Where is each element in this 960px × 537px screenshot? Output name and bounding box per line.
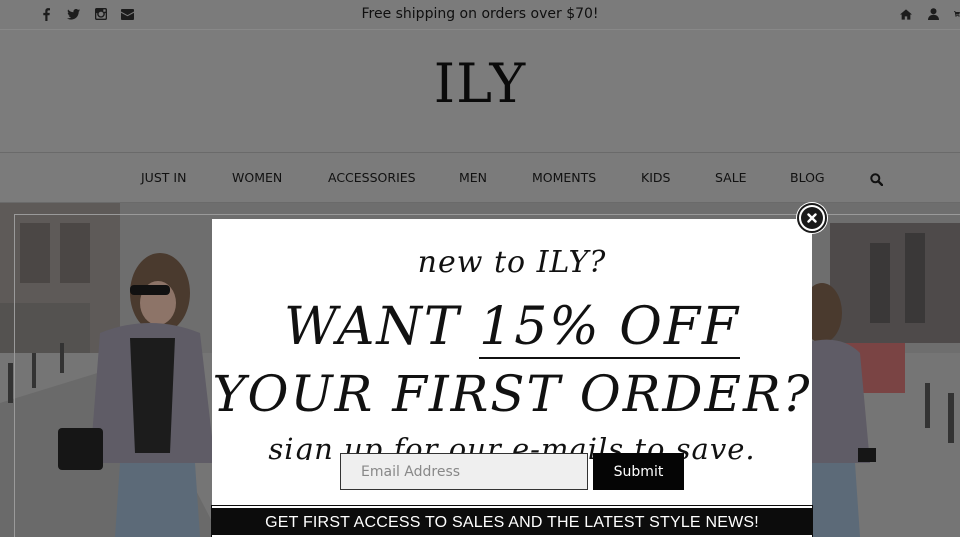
nav-item-sale[interactable]: SALE [715, 170, 747, 185]
modal-headline: WANT 15% OFF [212, 297, 812, 359]
nav-item-men[interactable]: MEN [459, 170, 487, 185]
close-modal-button[interactable] [797, 203, 827, 233]
modal-footer-bar: GET FIRST ACCESS TO SALES AND THE LATEST… [211, 505, 813, 537]
close-icon [801, 207, 823, 229]
modal-kicker: new to ILY? [417, 245, 607, 280]
email-field[interactable] [340, 453, 588, 490]
home-icon[interactable] [900, 7, 912, 21]
nav-item-accessories[interactable]: ACCESSORIES [328, 170, 416, 185]
search-icon[interactable] [870, 171, 884, 187]
nav-item-kids[interactable]: KIDS [641, 170, 670, 185]
modal-headline-highlight: 15% OFF [479, 297, 741, 359]
main-nav: JUST IN WOMEN ACCESSORIES MEN MOMENTS KI… [0, 152, 960, 203]
modal-headline-line2: YOUR FIRST ORDER? [212, 365, 812, 423]
nav-item-women[interactable]: WOMEN [232, 170, 282, 185]
nav-item-blog[interactable]: BLOG [790, 170, 825, 185]
submit-button[interactable]: Submit [593, 453, 684, 490]
utility-links [900, 7, 960, 21]
site-logo[interactable]: ILY [0, 52, 960, 115]
cart-icon[interactable] [954, 7, 960, 21]
nav-items: JUST IN WOMEN ACCESSORIES MEN MOMENTS KI… [0, 170, 960, 188]
nav-item-moments[interactable]: MOMENTS [532, 170, 596, 185]
modal-footer-text: GET FIRST ACCESS TO SALES AND THE LATEST… [265, 514, 759, 531]
nav-item-just-in[interactable]: JUST IN [141, 170, 186, 185]
promo-banner: Free shipping on orders over $70! [361, 6, 599, 22]
site-header: ILY [0, 29, 960, 152]
user-icon[interactable] [927, 7, 939, 21]
top-bar: Free shipping on orders over $70! [0, 0, 960, 29]
modal-headline-prefix: WANT [283, 297, 480, 357]
signup-modal: new to ILY? WANT 15% OFF YOUR FIRST ORDE… [211, 219, 813, 537]
